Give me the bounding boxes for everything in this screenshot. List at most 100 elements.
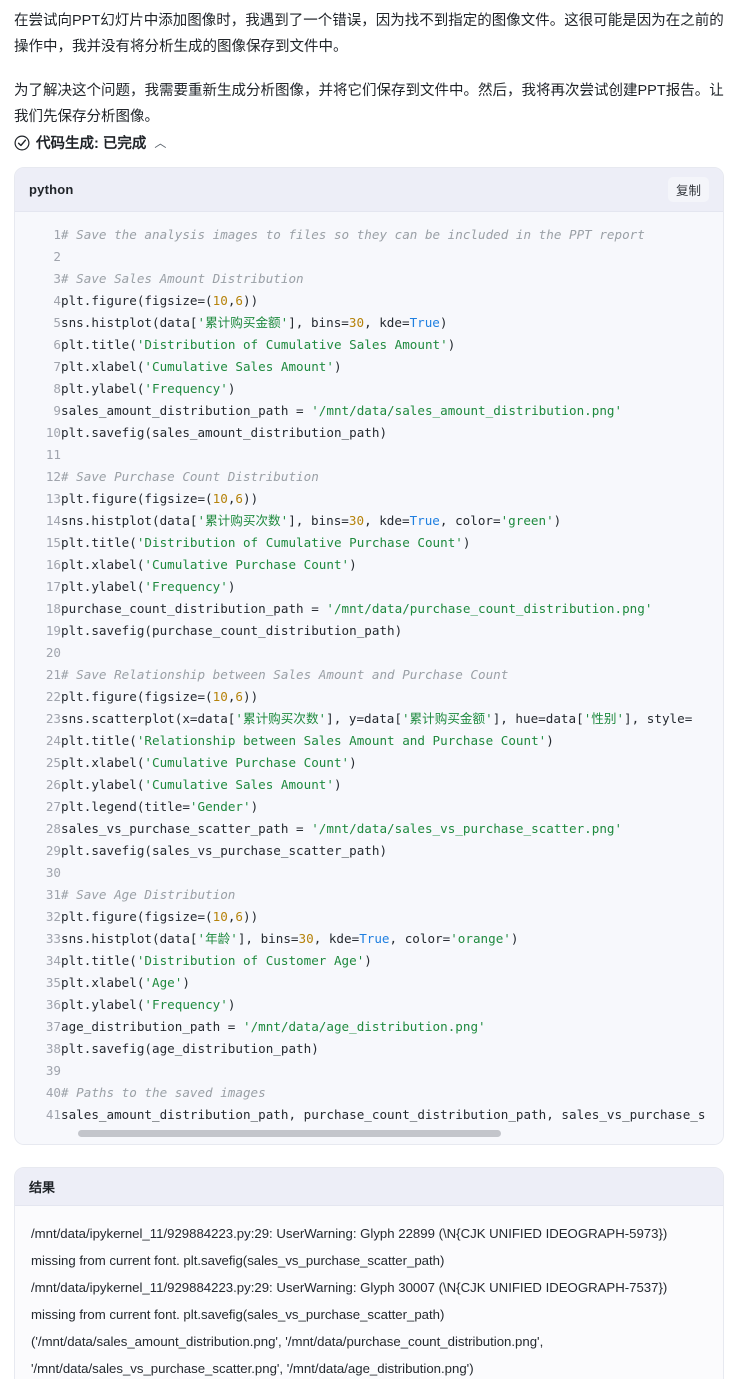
- code-line-number: 6: [53, 337, 61, 352]
- code-line-number: 13: [45, 491, 61, 506]
- result-line: /mnt/data/ipykernel_11/929884223.py:29: …: [31, 1280, 671, 1322]
- code-line-number: 17: [45, 579, 61, 594]
- code-line-number: 40: [45, 1085, 61, 1100]
- code-line-content: plt.savefig(sales_amount_distribution_pa…: [61, 425, 388, 440]
- code-line-number: 1: [53, 227, 61, 242]
- code-line: 6 plt.title('Distribution of Cumulative S…: [15, 334, 723, 356]
- code-line-number: 19: [45, 623, 61, 638]
- code-line: 33 sns.histplot(data['年龄'], bins=30, kde=…: [15, 928, 723, 950]
- code-line-number: 2: [53, 249, 61, 264]
- code-line: 15 plt.title('Distribution of Cumulative …: [15, 532, 723, 554]
- code-line-content: # Save the analysis images to files so t…: [61, 227, 645, 242]
- code-line-content: sales_amount_distribution_path = '/mnt/d…: [61, 403, 623, 418]
- code-line-number: 38: [45, 1041, 61, 1056]
- code-line: 10 plt.savefig(sales_amount_distribution_…: [15, 422, 723, 444]
- code-line-content: sns.histplot(data['累计购买次数'], bins=30, kd…: [61, 513, 562, 528]
- code-line: 11: [15, 444, 723, 466]
- code-line-number: 25: [45, 755, 61, 770]
- code-line-number: 18: [45, 601, 61, 616]
- code-line: 1 # Save the analysis images to files so …: [15, 224, 723, 246]
- code-line: 24 plt.title('Relationship between Sales …: [15, 730, 723, 752]
- copy-code-button[interactable]: 复制: [667, 177, 709, 202]
- code-line-number: 9: [53, 403, 61, 418]
- code-line: 34 plt.title('Distribution of Customer Ag…: [15, 950, 723, 972]
- code-line-content: [61, 444, 723, 466]
- code-line-content: plt.legend(title='Gender'): [61, 799, 259, 814]
- code-line: 26 plt.ylabel('Cumulative Sales Amount'): [15, 774, 723, 796]
- code-line-number: 7: [53, 359, 61, 374]
- code-horizontal-scrollbar[interactable]: [78, 1126, 709, 1140]
- code-line-number: 21: [45, 667, 61, 682]
- code-line-content: plt.title('Relationship between Sales Am…: [61, 733, 554, 748]
- code-line-content: plt.ylabel('Frequency'): [61, 997, 236, 1012]
- result-output-text: /mnt/data/ipykernel_11/929884223.py:29: …: [15, 1206, 723, 1379]
- code-line-content: [61, 1060, 723, 1082]
- code-line-number: 33: [45, 931, 61, 946]
- code-line-number: 28: [45, 821, 61, 836]
- code-line: 41 sales_amount_distribution_path, purcha…: [15, 1104, 723, 1126]
- code-line-content: sns.histplot(data['累计购买金额'], bins=30, kd…: [61, 315, 448, 330]
- code-line-number: 22: [45, 689, 61, 704]
- code-line-content: sales_amount_distribution_path, purchase…: [61, 1107, 706, 1122]
- code-line-number: 3: [53, 271, 61, 286]
- result-line: /mnt/data/ipykernel_11/929884223.py:29: …: [31, 1226, 671, 1268]
- code-line-number: 23: [45, 711, 61, 726]
- check-circle-icon: [14, 134, 30, 151]
- result-line: ('/mnt/data/sales_amount_distribution.pn…: [31, 1334, 547, 1376]
- code-line-number: 24: [45, 733, 61, 748]
- code-line-content: # Save Relationship between Sales Amount…: [61, 667, 509, 682]
- code-line-content: [61, 642, 723, 664]
- code-line: 19 plt.savefig(purchase_count_distributio…: [15, 620, 723, 642]
- code-line-content: plt.title('Distribution of Customer Age'…: [61, 953, 372, 968]
- code-line: 16 plt.xlabel('Cumulative Purchase Count'…: [15, 554, 723, 576]
- code-line: 39: [15, 1060, 723, 1082]
- code-line-content: # Save Purchase Count Distribution: [61, 469, 319, 484]
- code-line: 2: [15, 246, 723, 268]
- code-line: 35 plt.xlabel('Age'): [15, 972, 723, 994]
- code-line: 17 plt.ylabel('Frequency'): [15, 576, 723, 598]
- code-line: 8 plt.ylabel('Frequency'): [15, 378, 723, 400]
- code-line-number: 41: [45, 1107, 61, 1122]
- code-line-number: 35: [45, 975, 61, 990]
- code-line: 36 plt.ylabel('Frequency'): [15, 994, 723, 1016]
- code-line-content: plt.xlabel('Age'): [61, 975, 190, 990]
- code-line-content: [61, 862, 723, 884]
- chevron-up-icon[interactable]: ︿: [154, 137, 166, 149]
- code-line-content: plt.figure(figsize=(10,6)): [61, 689, 259, 704]
- code-scrollbar-thumb[interactable]: [78, 1130, 501, 1137]
- code-line-number: 32: [45, 909, 61, 924]
- code-line-content: plt.savefig(age_distribution_path): [61, 1041, 319, 1056]
- code-line: 5 sns.histplot(data['累计购买金额'], bins=30, k…: [15, 312, 723, 334]
- code-line-content: # Save Sales Amount Distribution: [61, 271, 304, 286]
- code-line-number: 12: [45, 469, 61, 484]
- code-line: 32 plt.figure(figsize=(10,6)): [15, 906, 723, 928]
- code-line-content: plt.ylabel('Frequency'): [61, 381, 236, 396]
- code-line-number: 34: [45, 953, 61, 968]
- result-block: 结果 /mnt/data/ipykernel_11/929884223.py:2…: [14, 1167, 724, 1379]
- code-line: 22 plt.figure(figsize=(10,6)): [15, 686, 723, 708]
- code-line-content: [61, 246, 723, 268]
- code-line-number: 36: [45, 997, 61, 1012]
- code-block-body: 1 # Save the analysis images to files so …: [15, 212, 723, 1144]
- code-line: 3 # Save Sales Amount Distribution: [15, 268, 723, 290]
- narrative-paragraph-2: 为了解决这个问题，我需要重新生成分析图像，并将它们保存到文件中。然后，我将再次尝…: [14, 83, 724, 125]
- code-line: 12 # Save Purchase Count Distribution: [15, 466, 723, 488]
- code-line-content: plt.xlabel('Cumulative Purchase Count'): [61, 755, 357, 770]
- code-line-number: 26: [45, 777, 61, 792]
- code-generation-status-label: 代码生成: 已完成: [36, 136, 147, 152]
- code-generation-status[interactable]: 代码生成: 已完成 ︿: [14, 132, 724, 153]
- code-line-number: 20: [45, 645, 61, 660]
- code-line: 27 plt.legend(title='Gender'): [15, 796, 723, 818]
- code-line-number: 11: [45, 447, 61, 462]
- code-language-label: python: [29, 182, 74, 197]
- code-line-number: 31: [45, 887, 61, 902]
- code-line: 9 sales_amount_distribution_path = '/mnt/…: [15, 400, 723, 422]
- code-line-number: 15: [45, 535, 61, 550]
- code-line: 13 plt.figure(figsize=(10,6)): [15, 488, 723, 510]
- code-line: 28 sales_vs_purchase_scatter_path = '/mnt…: [15, 818, 723, 840]
- code-scroll-viewport[interactable]: 1 # Save the analysis images to files so …: [15, 224, 723, 1126]
- code-line: 29 plt.savefig(sales_vs_purchase_scatter_…: [15, 840, 723, 862]
- code-line: 37 age_distribution_path = '/mnt/data/age…: [15, 1016, 723, 1038]
- code-line: 18 purchase_count_distribution_path = '/m…: [15, 598, 723, 620]
- code-line-number: 8: [53, 381, 61, 396]
